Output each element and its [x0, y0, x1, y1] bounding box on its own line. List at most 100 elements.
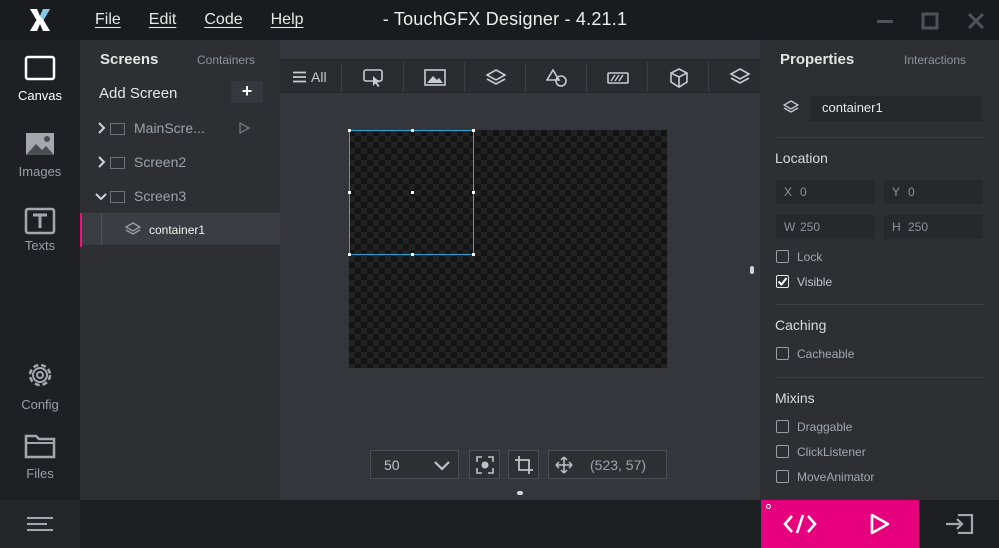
moveanimator-label: MoveAnimator — [797, 470, 875, 484]
crop-button[interactable] — [508, 450, 539, 479]
resize-handle[interactable] — [348, 191, 351, 194]
image-widgets-button[interactable] — [404, 62, 465, 92]
h-key: H — [892, 220, 901, 234]
add-screen-row[interactable]: Add Screen + — [80, 78, 280, 110]
add-screen-button[interactable]: + — [231, 81, 263, 103]
container-widgets-button[interactable] — [465, 62, 526, 92]
divider — [775, 137, 984, 138]
resize-handle[interactable] — [472, 191, 475, 194]
tree-row-container1[interactable]: container1 — [80, 213, 280, 247]
resize-handle[interactable] — [411, 253, 414, 256]
tab-properties[interactable]: Properties — [780, 51, 854, 68]
horizontal-scroll-indicator[interactable] — [517, 491, 523, 495]
vertical-scroll-indicator[interactable] — [750, 266, 754, 274]
widget-name-value: container1 — [822, 100, 883, 115]
canvas-area: All 50 (523, 57) — [280, 40, 760, 500]
nav-files[interactable]: Files — [0, 428, 80, 496]
location-section-title: Location — [775, 150, 828, 166]
tab-interactions[interactable]: Interactions — [904, 53, 966, 67]
images-icon — [26, 133, 54, 155]
chevron-down-icon — [434, 461, 450, 471]
checkbox-box[interactable] — [776, 275, 789, 288]
resize-handle[interactable] — [348, 253, 351, 256]
3d-widgets-button[interactable] — [648, 62, 709, 92]
zoom-select[interactable]: 50 — [370, 450, 459, 479]
checkbox-box[interactable] — [776, 470, 789, 483]
tree-row-label: Screen3 — [134, 188, 187, 204]
caching-section-title: Caching — [775, 317, 827, 333]
tab-containers[interactable]: Containers — [197, 53, 255, 67]
checkbox-box[interactable] — [776, 445, 789, 458]
exit-button[interactable] — [919, 500, 999, 548]
3d-box-icon — [670, 68, 688, 88]
h-value: 250 — [908, 220, 929, 234]
run-simulator-button[interactable] — [840, 500, 919, 548]
focus-icon — [476, 456, 494, 474]
filter-all-label: All — [311, 69, 327, 85]
nav-images-label: Images — [18, 164, 62, 179]
screen-icon — [110, 157, 125, 169]
shape-widgets-button[interactable] — [526, 62, 587, 92]
cursor-coordinates: (523, 57) — [548, 450, 667, 479]
tree-row-screen3[interactable]: Screen3 — [80, 181, 280, 213]
tab-screens[interactable]: Screens — [100, 51, 158, 68]
run-controls — [761, 500, 919, 548]
tree-row-screen2[interactable]: Screen2 — [80, 147, 280, 179]
minimize-icon[interactable] — [874, 10, 896, 32]
y-field[interactable]: Y 0 — [884, 180, 983, 204]
chevron-right-icon[interactable] — [95, 156, 107, 168]
nav-texts[interactable]: Texts — [0, 202, 80, 270]
window-title: - TouchGFX Designer - 4.21.1 — [382, 9, 628, 29]
y-key: Y — [892, 185, 901, 199]
resize-handle[interactable] — [472, 253, 475, 256]
generate-code-button[interactable] — [761, 500, 840, 548]
tree-row-label: MainScre... — [134, 120, 205, 136]
widget-name-field[interactable]: container1 — [810, 96, 982, 121]
height-field[interactable]: H 250 — [884, 215, 983, 239]
nav-canvas[interactable]: Canvas — [0, 50, 80, 118]
tree-row-mainscreen[interactable]: MainScre... — [80, 113, 280, 145]
resize-handle[interactable] — [411, 129, 414, 132]
collapse-nav-button[interactable] — [0, 500, 80, 548]
checkbox-box[interactable] — [776, 250, 789, 263]
divider — [775, 304, 984, 305]
crop-icon — [515, 456, 533, 474]
tree-row-label: container1 — [149, 223, 206, 237]
image-icon — [424, 69, 446, 86]
selected-container1[interactable] — [348, 129, 475, 256]
tree-row-label: Screen2 — [134, 154, 187, 170]
check-icon — [777, 277, 788, 287]
checkbox-box[interactable] — [776, 420, 789, 433]
w-key: W — [784, 220, 796, 234]
play-screen-icon[interactable] — [238, 122, 250, 134]
chevron-down-icon[interactable] — [95, 190, 107, 202]
x-field[interactable]: X 0 — [776, 180, 875, 204]
width-field[interactable]: W 250 — [776, 215, 875, 239]
interaction-widgets-button[interactable] — [343, 62, 404, 92]
layer-widgets-button[interactable] — [709, 62, 760, 92]
screen-icon — [110, 191, 125, 203]
play-icon — [870, 513, 890, 535]
maximize-icon[interactable] — [919, 10, 941, 32]
zoom-fit-button[interactable] — [469, 450, 500, 479]
divider — [775, 377, 984, 378]
nav-images[interactable]: Images — [0, 126, 80, 194]
nav-config[interactable]: Config — [0, 355, 80, 423]
close-icon[interactable] — [965, 10, 987, 32]
layers-icon — [729, 68, 751, 84]
gear-icon — [28, 363, 52, 387]
progress-widgets-button[interactable] — [587, 62, 648, 92]
container-icon — [485, 69, 507, 85]
checkbox-box[interactable] — [776, 347, 789, 360]
resize-handle[interactable] — [472, 129, 475, 132]
resize-handle[interactable] — [348, 129, 351, 132]
x-key: X — [784, 185, 793, 199]
left-navigation: Canvas Images Texts Config Files — [0, 40, 80, 500]
center-handle[interactable] — [411, 191, 414, 194]
filter-all-button[interactable]: All — [286, 62, 342, 92]
canvas-icon — [24, 55, 56, 81]
progress-icon — [607, 72, 629, 84]
chevron-right-icon[interactable] — [95, 122, 107, 134]
shapes-icon — [546, 68, 567, 87]
visible-label: Visible — [797, 275, 833, 289]
